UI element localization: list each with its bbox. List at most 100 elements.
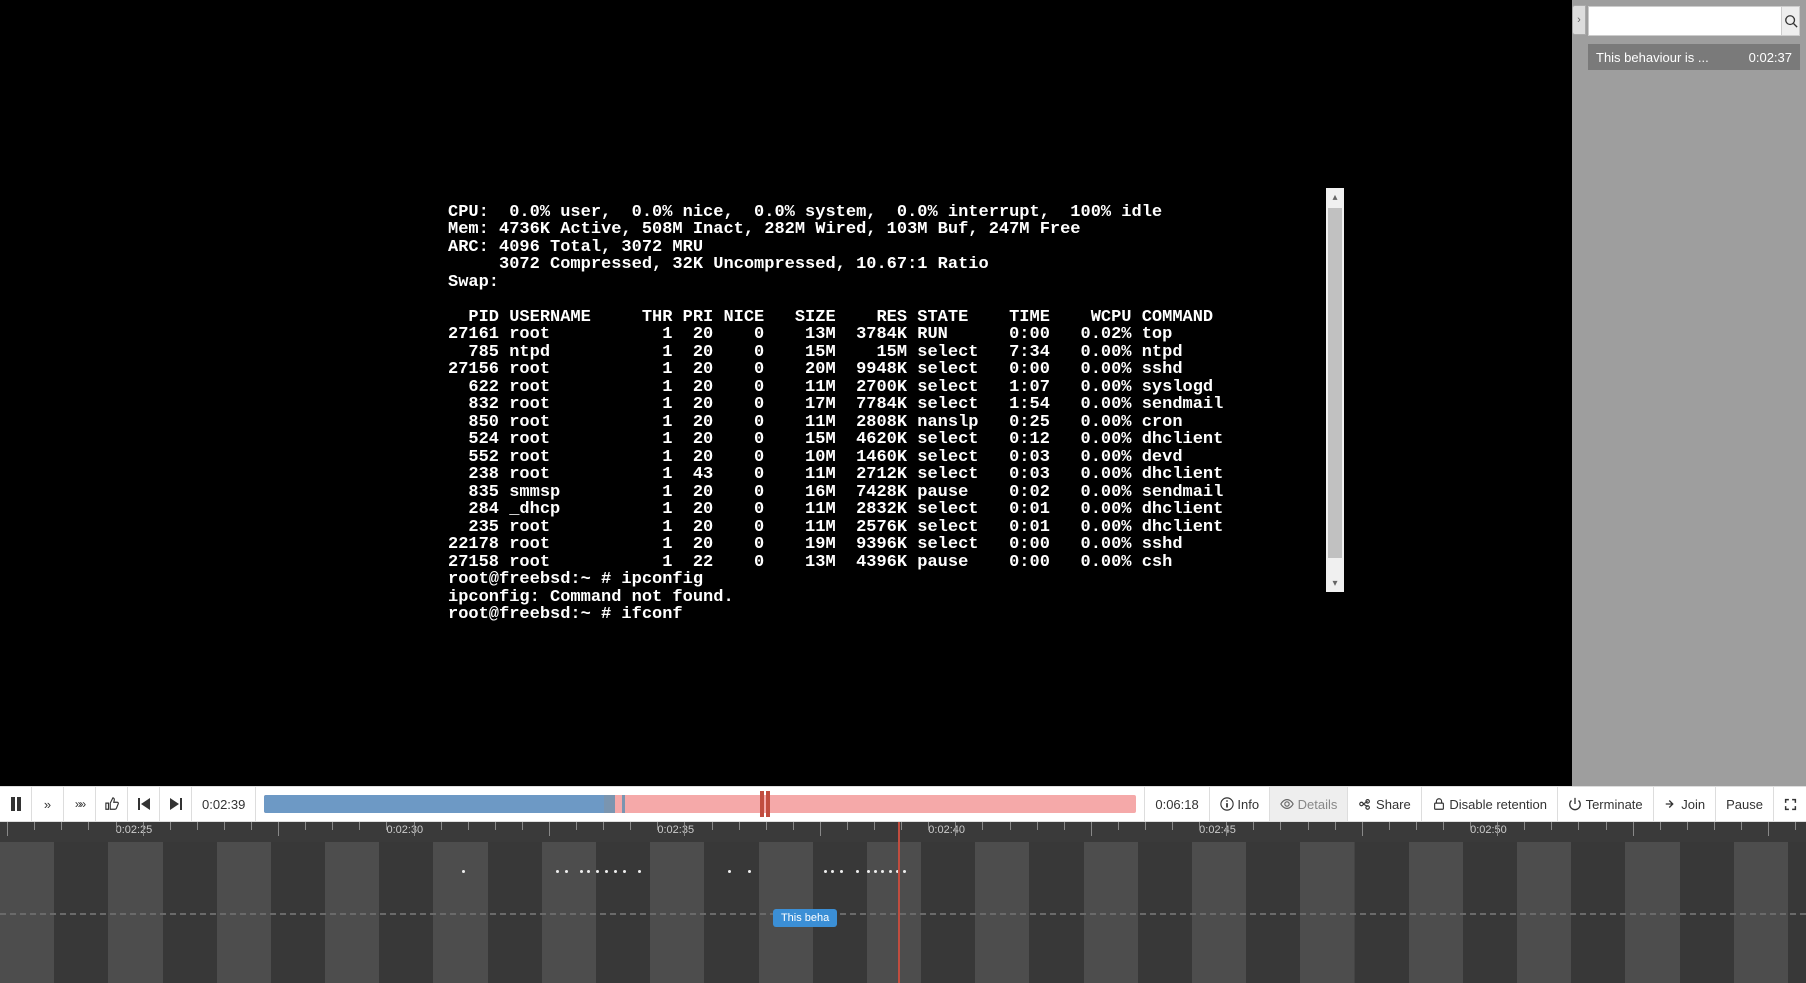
arc-line2: 3072 Compressed, 32K Uncompressed, 10.67… <box>448 255 989 274</box>
join-label: Join <box>1681 797 1705 812</box>
ruler-label: 0:02:25 <box>116 824 153 836</box>
behaviour-list-item[interactable]: This behaviour is ... 0:02:37 <box>1588 44 1800 70</box>
timeline-event-dot <box>889 870 892 873</box>
ruler-label: 0:02:45 <box>1199 824 1236 836</box>
behaviour-sidebar: › This behaviour is ... 0:02:37 <box>1572 0 1806 786</box>
process-row: 27158 root 1 22 0 13M 4396K pause 0:00 0… <box>448 553 1172 572</box>
timeline-event-dot <box>824 870 827 873</box>
timeline-event-dot <box>903 870 906 873</box>
fast-forward-icon: » <box>44 797 51 812</box>
search-button[interactable] <box>1781 7 1799 35</box>
pause-button[interactable] <box>0 787 32 821</box>
terminate-button[interactable]: Terminate <box>1558 787 1654 821</box>
timeline[interactable]: 0:02:250:02:300:02:350:02:400:02:450:02:… <box>0 822 1806 983</box>
process-row: 235 root 1 20 0 11M 2576K select 0:01 0.… <box>448 518 1223 537</box>
arc-line1: ARC: 4096 Total, 3072 MRU <box>448 238 703 257</box>
process-row: 835 smmsp 1 20 0 16M 7428K pause 0:02 0.… <box>448 483 1223 502</box>
pause-icon <box>10 797 22 811</box>
process-row: 832 root 1 20 0 17M 7784K select 1:54 0.… <box>448 395 1223 414</box>
search-input[interactable] <box>1589 7 1781 35</box>
process-row: 284 _dhcp 1 20 0 11M 2832K select 0:01 0… <box>448 500 1223 519</box>
thumbs-up-icon <box>105 797 119 811</box>
info-label: Info <box>1237 797 1259 812</box>
progress-segment <box>622 795 625 813</box>
expand-icon <box>1784 798 1797 811</box>
power-icon <box>1568 797 1582 811</box>
terminal-scrollbar[interactable]: ▴ ▾ <box>1326 188 1344 592</box>
chevron-right-icon: › <box>1577 14 1581 26</box>
ruler-label: 0:02:30 <box>386 824 423 836</box>
total-time: 0:06:18 <box>1144 787 1209 821</box>
timeline-ruler[interactable]: 0:02:250:02:300:02:350:02:400:02:450:02:… <box>0 822 1806 842</box>
progress-playhead[interactable] <box>760 791 770 817</box>
details-button[interactable]: Details <box>1270 787 1348 821</box>
disable-retention-button[interactable]: Disable retention <box>1422 787 1558 821</box>
share-button[interactable]: Share <box>1348 787 1421 821</box>
sidebar-collapse-button[interactable]: › <box>1572 5 1586 35</box>
join-button[interactable]: Join <box>1654 787 1716 821</box>
skip-back-icon <box>138 798 150 810</box>
lock-icon <box>1432 797 1446 811</box>
timeline-event-dot <box>580 870 583 873</box>
process-row: 238 root 1 43 0 11M 2712K select 0:03 0.… <box>448 465 1223 484</box>
recording-viewport: CPU: 0.0% user, 0.0% nice, 0.0% system, … <box>0 0 1572 786</box>
process-row: 622 root 1 20 0 11M 2700K select 1:07 0.… <box>448 378 1213 397</box>
thumbs-up-button[interactable] <box>96 787 128 821</box>
mem-line: Mem: 4736K Active, 508M Inact, 282M Wire… <box>448 220 1081 239</box>
prompt-line: root@freebsd:~ # ipconfig <box>448 570 703 589</box>
details-label: Details <box>1298 797 1338 812</box>
skip-forward-button[interactable] <box>160 787 192 821</box>
prompt-current: root@freebsd:~ # ifconf <box>448 605 683 624</box>
timeline-dashed-line <box>0 913 1806 915</box>
share-icon <box>1358 797 1372 811</box>
behaviour-time: 0:02:37 <box>1749 50 1792 65</box>
playback-toolbar: » »» 0:02:39 0:06:18 Info Details Share <box>0 786 1806 822</box>
fast-forward-button[interactable]: » <box>32 787 64 821</box>
process-row: 785 ntpd 1 20 0 15M 15M select 7:34 0.00… <box>448 343 1183 362</box>
timeline-playhead[interactable] <box>898 822 900 983</box>
cpu-line: CPU: 0.0% user, 0.0% nice, 0.0% system, … <box>448 203 1162 222</box>
process-row: 552 root 1 20 0 10M 1460K select 0:03 0.… <box>448 448 1183 467</box>
process-row: 27156 root 1 20 0 20M 9948K select 0:00 … <box>448 360 1183 379</box>
timeline-event-dot <box>605 870 608 873</box>
process-row: 524 root 1 20 0 15M 4620K select 0:12 0.… <box>448 430 1223 449</box>
pause-text-button[interactable]: Pause <box>1716 787 1774 821</box>
search-box <box>1588 6 1800 36</box>
fullscreen-button[interactable] <box>1774 787 1806 821</box>
current-time: 0:02:39 <box>192 787 256 821</box>
progress-segment <box>604 795 614 813</box>
timeline-event-dot <box>867 870 870 873</box>
timeline-event-dot <box>840 870 843 873</box>
timeline-event-dot <box>831 870 834 873</box>
process-header: PID USERNAME THR PRI NICE SIZE RES STATE… <box>448 308 1213 327</box>
process-row: 27161 root 1 20 0 13M 3784K RUN 0:00 0.0… <box>448 325 1172 344</box>
terminate-label: Terminate <box>1586 797 1643 812</box>
skip-back-button[interactable] <box>128 787 160 821</box>
swap-line: Swap: <box>448 273 499 292</box>
timeline-body[interactable] <box>0 842 1806 983</box>
search-icon <box>1784 14 1798 28</box>
progress-track[interactable] <box>256 787 1144 821</box>
scrollbar-thumb[interactable] <box>1328 208 1342 558</box>
fast-forward-2x-icon: »» <box>75 797 84 811</box>
skip-forward-icon <box>170 798 182 810</box>
behaviour-label: This behaviour is ... <box>1596 50 1709 65</box>
timeline-behaviour-chip[interactable]: This beha <box>773 909 837 927</box>
scroll-down-icon[interactable]: ▾ <box>1326 574 1344 592</box>
timeline-event-dot <box>638 870 641 873</box>
error-line: ipconfig: Command not found. <box>448 588 734 607</box>
timeline-event-dot <box>587 870 590 873</box>
timeline-chip-label: This beha <box>781 912 829 924</box>
pause-label: Pause <box>1726 797 1763 812</box>
disable-retention-label: Disable retention <box>1449 797 1547 812</box>
fast-forward-2x-button[interactable]: »» <box>64 787 96 821</box>
info-icon <box>1220 797 1234 811</box>
scroll-up-icon[interactable]: ▴ <box>1326 188 1344 206</box>
share-label: Share <box>1376 797 1411 812</box>
timeline-event-dot <box>596 870 599 873</box>
ruler-label: 0:02:50 <box>1470 824 1507 836</box>
ruler-label: 0:02:40 <box>928 824 965 836</box>
progress-bar[interactable] <box>264 795 1136 813</box>
progress-fill <box>264 795 613 813</box>
info-button[interactable]: Info <box>1210 787 1270 821</box>
